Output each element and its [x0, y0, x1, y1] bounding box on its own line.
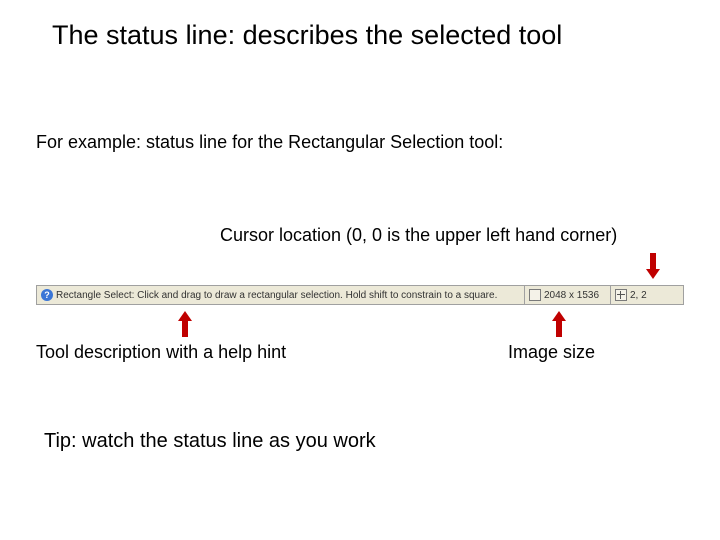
cursor-position-icon: [615, 289, 627, 301]
status-bar-image-size-cell: 2048 x 1536: [525, 286, 611, 304]
slide: The status line: describes the selected …: [0, 0, 720, 540]
status-bar-cursor-position-text: 2, 2: [630, 290, 647, 301]
status-bar-description-cell: ? Rectangle Select: Click and drag to dr…: [37, 286, 525, 304]
tool-description-label: Tool description with a help hint: [36, 342, 286, 363]
status-bar: ? Rectangle Select: Click and drag to dr…: [36, 285, 684, 305]
arrow-to-tool-description-icon: [178, 311, 192, 337]
help-icon: ?: [41, 289, 53, 301]
cursor-location-label: Cursor location (0, 0 is the upper left …: [220, 225, 617, 246]
status-bar-description-text: Rectangle Select: Click and drag to draw…: [56, 290, 497, 301]
example-intro-text: For example: status line for the Rectang…: [36, 132, 503, 153]
image-size-label: Image size: [508, 342, 595, 363]
tip-text: Tip: watch the status line as you work: [44, 430, 376, 453]
status-bar-cursor-position-cell: 2, 2: [611, 286, 683, 304]
arrow-to-image-size-icon: [552, 311, 566, 337]
image-dimensions-icon: [529, 289, 541, 301]
slide-title: The status line: describes the selected …: [52, 20, 700, 51]
arrow-to-cursor-location-icon: [646, 253, 660, 279]
status-bar-image-size-text: 2048 x 1536: [544, 290, 599, 301]
